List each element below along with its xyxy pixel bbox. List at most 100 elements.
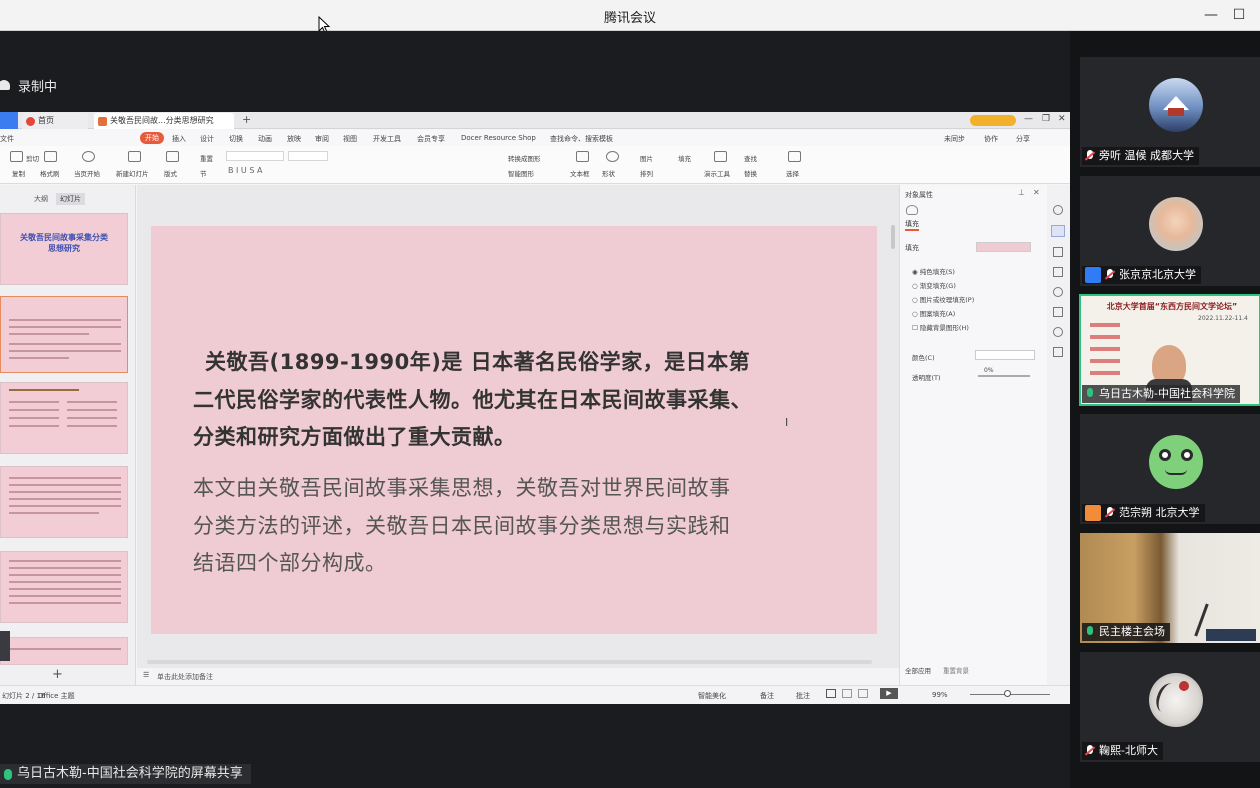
layers-icon[interactable] xyxy=(1053,267,1063,277)
share-toolbar-handle[interactable] xyxy=(0,631,10,661)
tab-slides[interactable]: 幻灯片 xyxy=(56,193,85,205)
slide-thumbnail-2[interactable] xyxy=(0,296,128,373)
menu-docer[interactable]: Docer Resource Shop xyxy=(461,134,536,142)
cut-icon[interactable] xyxy=(10,151,23,162)
book-icon[interactable] xyxy=(1053,347,1063,357)
fill-option-picture[interactable]: ○ 图片或纹理填充(P) xyxy=(912,293,974,307)
add-slide-button[interactable]: + xyxy=(52,667,63,682)
tab-document[interactable]: 关敬吾民间故...分类思想研究 xyxy=(94,113,234,129)
wps-restore-button[interactable]: ❐ xyxy=(1042,114,1050,124)
sync-status[interactable]: 未同步 xyxy=(944,134,965,144)
slide-normal-paragraph[interactable]: 本文由关敬吾民间故事采集思想，关敬吾对世界民间故事 分类方法的评述，关敬吾日本民… xyxy=(193,470,853,583)
cut-button[interactable]: 剪切 xyxy=(26,153,39,163)
participant-tile[interactable]: 鞠熙-北师大 xyxy=(1080,652,1260,762)
replace-button[interactable]: 替换 xyxy=(744,168,757,178)
select-button[interactable]: 选择 xyxy=(786,168,799,178)
play-slideshow-icon[interactable]: ▶ xyxy=(880,688,898,699)
menu-review[interactable]: 审阅 xyxy=(315,134,329,144)
shape-icon[interactable] xyxy=(606,151,619,162)
minimize-button[interactable]: — xyxy=(1200,4,1222,26)
menu-design[interactable]: 设计 xyxy=(200,134,214,144)
wps-minimize-button[interactable]: — xyxy=(1024,114,1033,124)
reset-button[interactable]: 重置 xyxy=(200,153,213,163)
image-button[interactable]: 图片 xyxy=(640,153,653,163)
participant-tile[interactable]: 范宗朔 北京大学 xyxy=(1080,414,1260,524)
vertical-scrollbar[interactable] xyxy=(891,225,895,249)
tab-outline[interactable]: 大纲 xyxy=(34,194,48,204)
menu-insert[interactable]: 插入 xyxy=(172,134,186,144)
location-icon[interactable] xyxy=(1053,327,1063,337)
convert-to-graphic-button[interactable]: 转换成图形 xyxy=(508,153,541,163)
transparency-slider[interactable] xyxy=(978,375,1030,377)
collaborate-button[interactable]: 协作 xyxy=(984,134,998,144)
find-button[interactable]: 查找 xyxy=(744,153,757,163)
font-size-select[interactable] xyxy=(288,151,328,161)
layout-button[interactable]: 版式 xyxy=(164,168,177,178)
presentation-tools-icon[interactable] xyxy=(714,151,727,162)
new-slide-button[interactable]: 新建幻灯片 xyxy=(116,168,149,178)
zoom-level[interactable]: 99% xyxy=(932,691,948,699)
menu-transition[interactable]: 切换 xyxy=(229,134,243,144)
arrange-button[interactable]: 排列 xyxy=(640,168,653,178)
layout-icon[interactable] xyxy=(166,151,179,162)
participant-tile[interactable]: 民主楼主会场 xyxy=(1080,533,1260,643)
play-from-current-button[interactable]: 当页开始 xyxy=(74,168,100,178)
participant-tile[interactable]: 张京京北京大学 xyxy=(1080,176,1260,286)
fill-color-select[interactable] xyxy=(976,242,1031,252)
font-family-select[interactable] xyxy=(226,151,284,161)
style-icon[interactable] xyxy=(1053,205,1063,215)
copy-button[interactable]: 复制 xyxy=(12,168,25,178)
fill-option-solid[interactable]: ◉ 纯色填充(S) xyxy=(912,265,974,279)
fill-option-pattern[interactable]: ○ 图案填充(A) xyxy=(912,307,974,321)
participant-tile-active[interactable]: 北京大学首届“东西方民间文学论坛” 2022.11.22-11.4 乌日古木勒-… xyxy=(1079,294,1260,406)
sorter-view-icon[interactable] xyxy=(842,689,852,698)
help-icon[interactable] xyxy=(1053,287,1063,297)
menu-member[interactable]: 会员专享 xyxy=(417,134,445,144)
section-button[interactable]: 节 xyxy=(200,168,207,178)
props-pin-icon[interactable]: ⊥ xyxy=(1018,188,1025,197)
shape-button[interactable]: 形状 xyxy=(602,168,615,178)
fill-option-gradient[interactable]: ○ 渐变填充(G) xyxy=(912,279,974,293)
slide-thumbnail-4[interactable] xyxy=(0,466,128,538)
menu-file[interactable]: 文件 xyxy=(0,134,14,144)
new-tab-button[interactable]: + xyxy=(242,113,251,126)
app-menu-button[interactable] xyxy=(0,112,18,129)
slide-thumbnail-3[interactable] xyxy=(0,382,128,454)
slide-thumbnail-1[interactable]: 关敬吾民间故事采集分类思想研究 xyxy=(0,213,128,285)
textbox-button[interactable]: 文本框 xyxy=(570,168,590,178)
slide-thumbnail-6[interactable] xyxy=(0,637,128,665)
smart-graphic-button[interactable]: 智能图形 xyxy=(508,168,534,178)
play-icon[interactable] xyxy=(82,151,95,162)
backup-icon[interactable] xyxy=(1053,307,1063,317)
zoom-slider-thumb[interactable] xyxy=(1004,690,1011,697)
format-painter-button[interactable]: 格式刷 xyxy=(40,168,60,178)
animation-icon[interactable] xyxy=(1053,247,1063,257)
comments-toggle[interactable]: 批注 xyxy=(796,691,810,701)
presentation-tools-button[interactable]: 演示工具 xyxy=(704,168,730,178)
normal-view-icon[interactable] xyxy=(826,689,836,698)
reset-background-button[interactable]: 重置背景 xyxy=(943,665,969,675)
props-close-icon[interactable]: ✕ xyxy=(1033,188,1040,197)
wps-close-button[interactable]: ✕ xyxy=(1058,114,1066,124)
menu-view[interactable]: 视图 xyxy=(343,134,357,144)
menu-slideshow[interactable]: 放映 xyxy=(287,134,301,144)
textbox-icon[interactable] xyxy=(576,151,589,162)
command-search[interactable]: 查找命令、搜索模板 xyxy=(550,134,613,144)
menu-animation[interactable]: 动画 xyxy=(258,134,272,144)
notes-bar[interactable]: ☰ 单击此处添加备注 xyxy=(137,668,899,684)
new-slide-icon[interactable] xyxy=(128,151,141,162)
participant-tile[interactable]: 旁听 温候 成都大学 xyxy=(1080,57,1260,167)
maximize-button[interactable]: ☐ xyxy=(1228,4,1250,26)
member-badge[interactable] xyxy=(970,115,1016,126)
current-slide[interactable]: 关敬吾(1899-1990年)是 日本著名民俗学家，是日本第 二代民俗学家的代表… xyxy=(151,226,877,634)
hide-background-checkbox[interactable]: ☐ 隐藏背景图形(H) xyxy=(912,321,974,335)
fill-button[interactable]: 填充 xyxy=(678,153,691,163)
menu-start[interactable]: 开始 xyxy=(140,132,164,144)
tab-fill[interactable]: 填充 xyxy=(905,219,919,231)
beautify-button[interactable]: 智能美化 xyxy=(698,691,726,701)
reading-view-icon[interactable] xyxy=(858,689,868,698)
tab-home[interactable]: 首页 xyxy=(22,113,88,129)
properties-icon[interactable] xyxy=(1051,225,1065,237)
bold-italic-underline-group[interactable]: B I U S A xyxy=(228,166,262,175)
paste-icon[interactable] xyxy=(44,151,57,162)
